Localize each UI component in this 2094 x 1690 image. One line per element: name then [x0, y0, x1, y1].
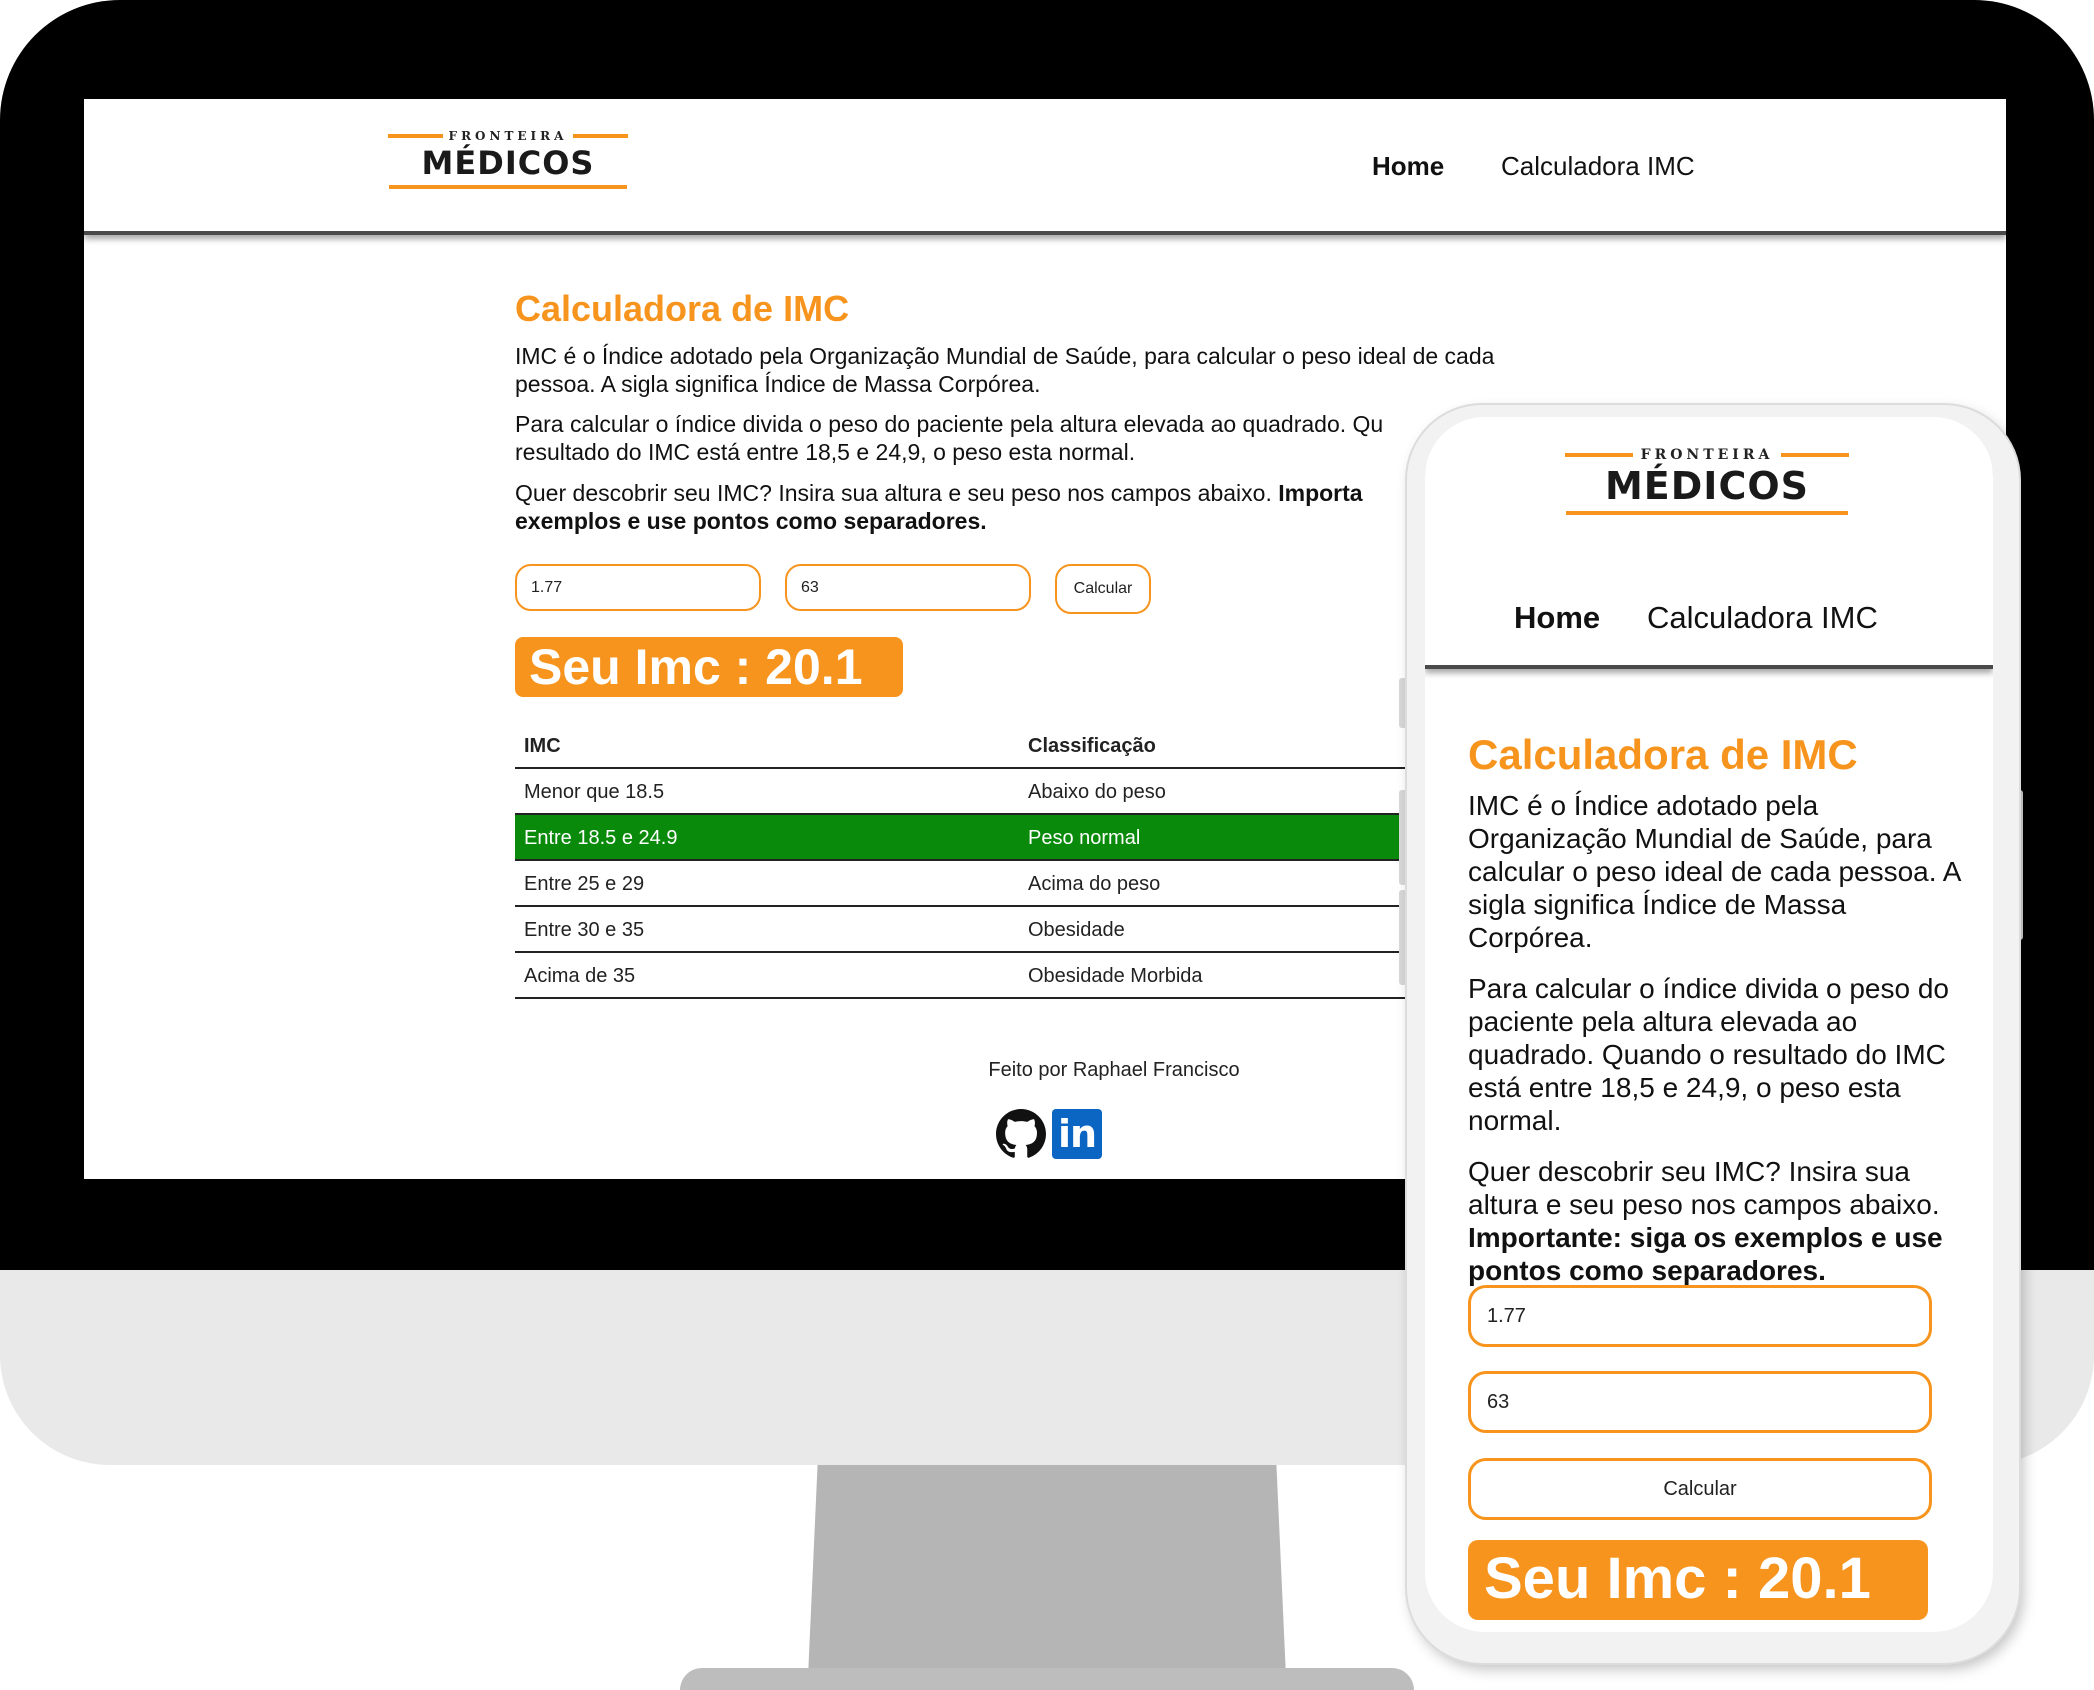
- phone-side-button: [1399, 790, 1407, 885]
- mobile-header: FRONTEIRA MÉDICOS Home Calculadora IMC: [1425, 417, 1993, 669]
- page-title: Calculadora de IMC: [1468, 731, 1858, 778]
- important-note: Importa: [1278, 480, 1363, 506]
- table-cell-classification: Acima do peso: [1028, 873, 1161, 895]
- logo-bar: [388, 134, 443, 138]
- prompt-paragraph: Quer descobrir seu IMC? Insira sua altur…: [1468, 1155, 1963, 1287]
- logo-top-word: FRONTEIRA: [448, 129, 568, 143]
- imc-result-badge: Seu Imc : 20.1: [1468, 1540, 1928, 1620]
- calculate-button[interactable]: Calcular: [1055, 564, 1151, 614]
- intro-line: IMC é o Índice adotado pela Organização …: [515, 343, 1495, 369]
- table-cell-classification: Obesidade: [1028, 919, 1125, 941]
- nav-home-link[interactable]: Home: [1372, 151, 1444, 182]
- calculate-button[interactable]: Calcular: [1468, 1458, 1932, 1520]
- logo-top-word: FRONTEIRA: [1640, 447, 1774, 463]
- table-header-classification: Classificação: [1028, 735, 1156, 757]
- height-input[interactable]: 1.77: [1468, 1285, 1932, 1347]
- weight-input[interactable]: 63: [785, 564, 1031, 611]
- page-title: Calculadora de IMC: [515, 288, 850, 329]
- nav-calculator-link[interactable]: Calculadora IMC: [1647, 600, 1878, 636]
- weight-input[interactable]: 63: [1468, 1371, 1932, 1433]
- height-input[interactable]: 1.77: [515, 564, 761, 611]
- logo-main-word: MÉDICOS: [421, 144, 595, 182]
- table-header-row: IMC Classificação: [515, 719, 1515, 769]
- table-row: Menor que 18.5 Abaixo do peso: [515, 769, 1515, 815]
- mobile-device-frame: FRONTEIRA MÉDICOS Home Calculadora IMC C…: [1407, 405, 2019, 1663]
- logo-underline: [1566, 511, 1848, 515]
- table-cell-classification: Obesidade Morbida: [1028, 965, 1203, 987]
- table-cell-imc: Entre 25 e 29: [524, 873, 645, 895]
- nav-home-link[interactable]: Home: [1514, 600, 1600, 636]
- table-row: Entre 30 e 35 Obesidade: [515, 907, 1515, 953]
- social-links: in: [996, 1109, 1102, 1159]
- intro-line: pessoa. A sigla significa Índice de Mass…: [515, 371, 1041, 397]
- intro-paragraph: IMC é o Índice adotado pela Organização …: [515, 342, 1575, 398]
- how-to-paragraph: Para calcular o índice divida o peso do …: [1468, 973, 1949, 1136]
- table-cell-classification: Abaixo do peso: [1028, 781, 1166, 803]
- monitor-stand: [808, 1465, 1286, 1677]
- brand-logo[interactable]: FRONTEIRA MÉDICOS: [1565, 447, 1849, 515]
- intro-paragraph: IMC é o Índice adotado pela Organização …: [1468, 790, 1960, 953]
- logo-underline: [389, 185, 627, 189]
- nav-calculator-link[interactable]: Calculadora IMC: [1501, 151, 1695, 182]
- table-header-imc: IMC: [524, 735, 561, 757]
- logo-bar: [1565, 453, 1633, 457]
- logo-main-word: MÉDICOS: [1604, 464, 1809, 508]
- mobile-screen: FRONTEIRA MÉDICOS Home Calculadora IMC C…: [1425, 417, 1993, 1632]
- table-row: Entre 25 e 29 Acima do peso: [515, 861, 1515, 907]
- phone-side-button: [1399, 678, 1407, 728]
- imc-table: IMC Classificação Menor que 18.5 Abaixo …: [515, 719, 1515, 999]
- table-cell-imc: Entre 18.5 e 24.9: [524, 827, 678, 849]
- monitor-base: [680, 1668, 1414, 1690]
- table-row: Acima de 35 Obesidade Morbida: [515, 953, 1515, 999]
- important-note: exemplos e use pontos como separadores.: [515, 508, 987, 534]
- github-icon[interactable]: [996, 1109, 1046, 1159]
- imc-result-badge: Seu Imc : 20.1: [515, 637, 903, 697]
- prompt-text: Quer descobrir seu IMC? Insira sua altur…: [515, 480, 1272, 506]
- table-cell-imc: Entre 30 e 35: [524, 919, 645, 941]
- logo-bar: [1781, 453, 1849, 457]
- important-note: Importante: siga os exemplos e use ponto…: [1468, 1222, 1943, 1286]
- prompt-text: Quer descobrir seu IMC? Insira sua altur…: [1468, 1156, 1940, 1220]
- phone-side-button: [1399, 890, 1407, 985]
- table-cell-imc: Acima de 35: [524, 965, 636, 987]
- linkedin-icon[interactable]: in: [1052, 1109, 1102, 1159]
- table-cell-classification: Peso normal: [1028, 827, 1141, 849]
- desktop-header: FRONTEIRA MÉDICOS Home Calculadora IMC: [84, 99, 2006, 235]
- table-cell-imc: Menor que 18.5: [524, 781, 665, 803]
- brand-logo[interactable]: FRONTEIRA MÉDICOS: [388, 129, 628, 189]
- logo-bar: [573, 134, 628, 138]
- table-row-highlighted: Entre 18.5 e 24.9 Peso normal: [515, 815, 1515, 861]
- how-to-line: Para calcular o índice divida o peso do …: [515, 411, 1384, 437]
